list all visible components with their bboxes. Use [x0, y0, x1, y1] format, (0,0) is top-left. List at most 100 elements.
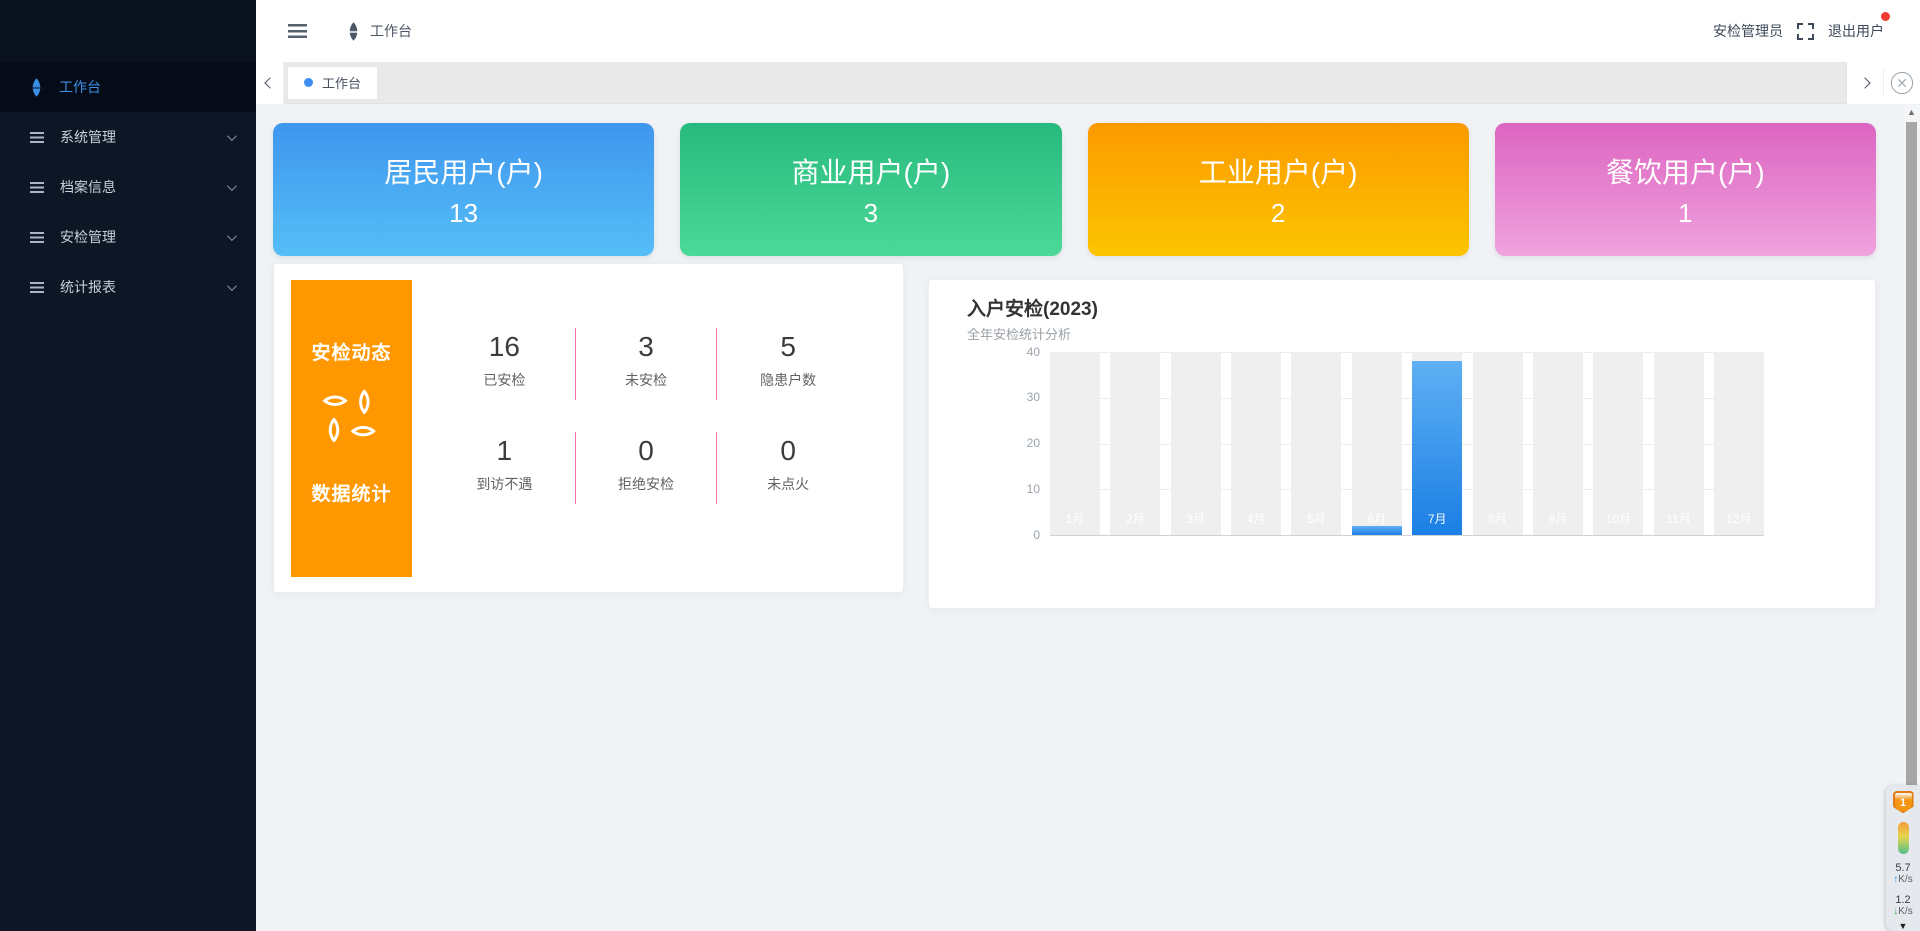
chevron-down-icon — [227, 181, 237, 191]
stat-not-inspected: 3 未安检 — [576, 328, 718, 400]
close-circle-icon — [1890, 71, 1914, 95]
scrollbar-thumb[interactable] — [1906, 122, 1917, 790]
card-resident-users: 居民用户(户) 13 — [273, 123, 654, 256]
tab-workbench[interactable]: 工作台 — [288, 67, 377, 99]
chevron-down-icon — [227, 231, 237, 241]
breadcrumb: 工作台 — [347, 21, 412, 41]
speed-monitor-widget[interactable]: 1 5.7 ↑K/s 1.2 ↓K/s ▼ — [1886, 785, 1920, 931]
stat-inspected: 16 已安检 — [434, 328, 576, 400]
bar-chart-plot: 1月 2月 3月 4月 5月 6月 7月 8月 9月 10月 11月 12月 — [1050, 352, 1764, 535]
chart-column: 4月 — [1231, 352, 1281, 535]
sidebar-item-system[interactable]: 系统管理 — [0, 112, 256, 162]
card-title: 工业用户(户) — [1199, 151, 1358, 191]
card-catering-users: 餐饮用户(户) 1 — [1495, 123, 1876, 256]
sidebar-item-label: 安检管理 — [60, 227, 227, 247]
username[interactable]: 安检管理员 — [1713, 21, 1783, 41]
logout-wrap: 退出用户 — [1828, 21, 1884, 41]
tab-scroll-right-button[interactable] — [1847, 79, 1883, 87]
tabbar-right-controls — [1846, 62, 1920, 104]
card-title: 居民用户(户) — [384, 151, 543, 191]
safety-side-block: 安检动态 数据统计 — [291, 280, 412, 577]
list-icon — [30, 232, 44, 243]
summary-cards-row: 居民用户(户) 13 商业用户(户) 3 工业用户(户) 2 餐饮用户(户) 1 — [273, 123, 1876, 256]
list-icon — [30, 182, 44, 193]
sidebar-item-reports[interactable]: 统计报表 — [0, 262, 256, 312]
sidebar-item-label: 统计报表 — [60, 277, 227, 297]
tab-label: 工作台 — [322, 73, 361, 92]
leaf-icon — [344, 22, 362, 40]
sidebar-item-inspection[interactable]: 安检管理 — [0, 212, 256, 262]
content: 居民用户(户) 13 商业用户(户) 3 工业用户(户) 2 餐饮用户(户) 1… — [256, 105, 1920, 931]
sidebar-item-archives[interactable]: 档案信息 — [0, 162, 256, 212]
sidebar: 工作台 系统管理 档案信息 安检管理 统计报表 — [0, 0, 256, 931]
card-commercial-users: 商业用户(户) 3 — [680, 123, 1061, 256]
chart-columns: 1月 2月 3月 4月 5月 6月 7月 8月 9月 10月 11月 12月 — [1050, 352, 1764, 535]
notification-dot — [1881, 12, 1890, 21]
card-value: 2 — [1271, 198, 1285, 229]
list-icon — [30, 282, 44, 293]
upload-speed: 5.7 ↑K/s — [1893, 862, 1912, 886]
chart-column: 5月 — [1291, 352, 1341, 535]
hamburger-icon[interactable] — [288, 24, 307, 38]
stat-visit-missed: 1 到访不遇 — [434, 432, 576, 504]
tab-scroll-left-button[interactable] — [256, 62, 284, 104]
side-block-subtitle: 数据统计 — [311, 479, 391, 506]
y-tick: 40 — [940, 345, 1040, 359]
inspection-chart-panel: 入户安检(2023) 全年安检统计分析 40 30 20 10 0 1月 2月 … — [928, 279, 1876, 609]
chart-column: 2月 — [1110, 352, 1160, 535]
chevron-down-icon — [227, 131, 237, 141]
card-value: 1 — [1678, 198, 1692, 229]
y-tick: 30 — [940, 390, 1040, 404]
card-title: 餐饮用户(户) — [1606, 151, 1765, 191]
stat-not-ignited: 0 未点火 — [717, 432, 859, 504]
chevron-down-icon — [227, 281, 237, 291]
sidebar-logo-area — [0, 0, 256, 62]
card-industrial-users: 工业用户(户) 2 — [1088, 123, 1469, 256]
main-area: 工作台 安检管理员 退出用户 工作台 — [256, 0, 1920, 931]
safety-stats-panel: 安检动态 数据统计 16 已安检 3 未安检 5 隐患户数 — [273, 263, 904, 593]
chart-column: 6月 — [1352, 352, 1402, 535]
pinwheel-icon — [318, 386, 385, 453]
card-value: 3 — [864, 198, 878, 229]
header: 工作台 安检管理员 退出用户 — [256, 0, 1920, 62]
active-tab-dot — [304, 78, 313, 87]
sidebar-item-label: 工作台 — [59, 77, 234, 97]
header-right: 安检管理员 退出用户 — [1713, 0, 1884, 62]
list-icon — [30, 132, 44, 143]
gradient-meter-icon — [1898, 822, 1909, 854]
close-tabs-button[interactable] — [1883, 70, 1920, 96]
chart-column: 7月 — [1412, 352, 1462, 535]
stat-hazard-households: 5 隐患户数 — [717, 328, 859, 400]
chart-column: 12月 — [1714, 352, 1764, 535]
sidebar-item-label: 档案信息 — [60, 177, 227, 197]
chart-column: 3月 — [1171, 352, 1221, 535]
y-tick: 10 — [940, 482, 1040, 496]
download-speed: 1.2 ↓K/s — [1893, 894, 1912, 918]
sidebar-item-label: 系统管理 — [60, 127, 227, 147]
chart-column: 9月 — [1533, 352, 1583, 535]
sidebar-item-workbench[interactable]: 工作台 — [0, 62, 256, 112]
chart-column: 8月 — [1473, 352, 1523, 535]
y-tick: 0 — [940, 528, 1040, 542]
card-value: 13 — [449, 198, 478, 229]
side-block-title: 安检动态 — [311, 338, 391, 365]
chart-column: 10月 — [1593, 352, 1643, 535]
scrollbar-up-arrow[interactable]: ▲ — [1903, 107, 1920, 117]
chart-subtitle: 全年安检统计分析 — [967, 324, 1071, 343]
leaf-icon — [27, 78, 45, 96]
fullscreen-icon[interactable] — [1797, 23, 1814, 40]
breadcrumb-label: 工作台 — [370, 21, 412, 41]
card-title: 商业用户(户) — [792, 151, 951, 191]
chart-title: 入户安检(2023) — [967, 294, 1098, 321]
chart-column: 11月 — [1654, 352, 1704, 535]
chevron-right-icon — [1859, 77, 1870, 88]
shield-badge-icon[interactable]: 1 — [1893, 791, 1914, 813]
logout-button[interactable]: 退出用户 — [1828, 23, 1884, 39]
tabbar: 工作台 — [256, 62, 1920, 104]
stat-refused: 0 拒绝安检 — [576, 432, 718, 504]
widget-collapse-caret[interactable]: ▼ — [1899, 921, 1908, 931]
chart-column: 1月 — [1050, 352, 1100, 535]
safety-stats-grid: 16 已安检 3 未安检 5 隐患户数 1 到访不遇 0 拒绝安检 — [434, 328, 859, 504]
y-tick: 20 — [940, 436, 1040, 450]
chevron-left-icon — [264, 77, 275, 88]
